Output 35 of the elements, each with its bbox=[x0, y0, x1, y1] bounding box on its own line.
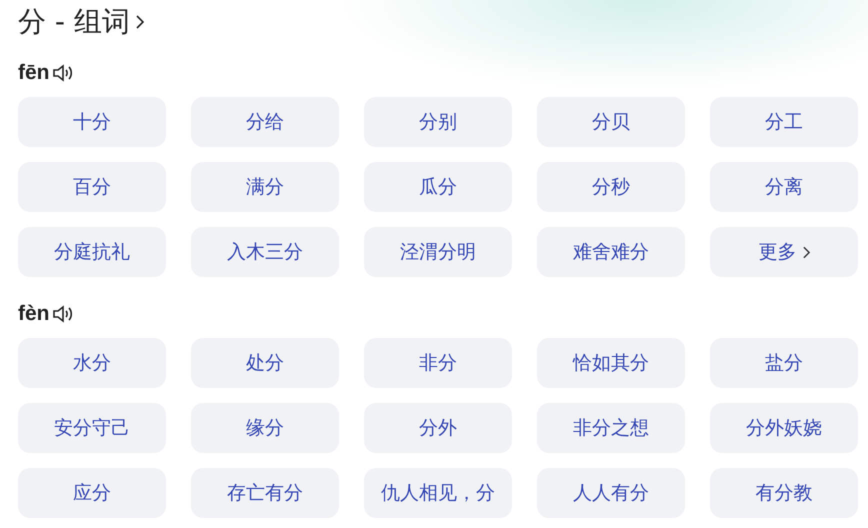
word-button[interactable]: 分外 bbox=[364, 403, 512, 453]
word-button[interactable]: 泾渭分明 bbox=[364, 227, 512, 277]
chevron-right-icon bbox=[802, 246, 810, 258]
word-button[interactable]: 分给 bbox=[191, 97, 339, 147]
word-button[interactable]: 盐分 bbox=[710, 338, 858, 388]
word-button[interactable]: 分贝 bbox=[537, 97, 685, 147]
more-button[interactable]: 更多 bbox=[710, 227, 858, 277]
word-button[interactable]: 满分 bbox=[191, 162, 339, 212]
word-button[interactable]: 安分守己 bbox=[18, 403, 166, 453]
word-button[interactable]: 非分 bbox=[364, 338, 512, 388]
word-button[interactable]: 分工 bbox=[710, 97, 858, 147]
word-button[interactable]: 十分 bbox=[18, 97, 166, 147]
word-button[interactable]: 仇人相见，分 bbox=[364, 468, 512, 518]
page-title: 分 - 组词 bbox=[18, 4, 130, 40]
word-button[interactable]: 分离 bbox=[710, 162, 858, 212]
word-button[interactable]: 百分 bbox=[18, 162, 166, 212]
word-button[interactable]: 分庭抗礼 bbox=[18, 227, 166, 277]
word-button[interactable]: 分别 bbox=[364, 97, 512, 147]
word-button[interactable]: 恰如其分 bbox=[537, 338, 685, 388]
pinyin-label: fèn bbox=[18, 301, 50, 328]
word-button[interactable]: 处分 bbox=[191, 338, 339, 388]
word-button[interactable]: 难舍难分 bbox=[537, 227, 685, 277]
word-button[interactable]: 非分之想 bbox=[537, 403, 685, 453]
word-button[interactable]: 水分 bbox=[18, 338, 166, 388]
word-button[interactable]: 瓜分 bbox=[364, 162, 512, 212]
pinyin-label: fēn bbox=[18, 60, 50, 86]
word-button[interactable]: 应分 bbox=[18, 468, 166, 518]
chevron-right-icon bbox=[136, 14, 144, 30]
word-button[interactable]: 分外妖娆 bbox=[710, 403, 858, 453]
word-button[interactable]: 存亡有分 bbox=[191, 468, 339, 518]
word-button[interactable]: 人人有分 bbox=[537, 468, 685, 518]
word-button[interactable]: 分秒 bbox=[537, 162, 685, 212]
word-button[interactable]: 有分教 bbox=[710, 468, 858, 518]
word-button[interactable]: 缘分 bbox=[191, 403, 339, 453]
word-button[interactable]: 入木三分 bbox=[191, 227, 339, 277]
